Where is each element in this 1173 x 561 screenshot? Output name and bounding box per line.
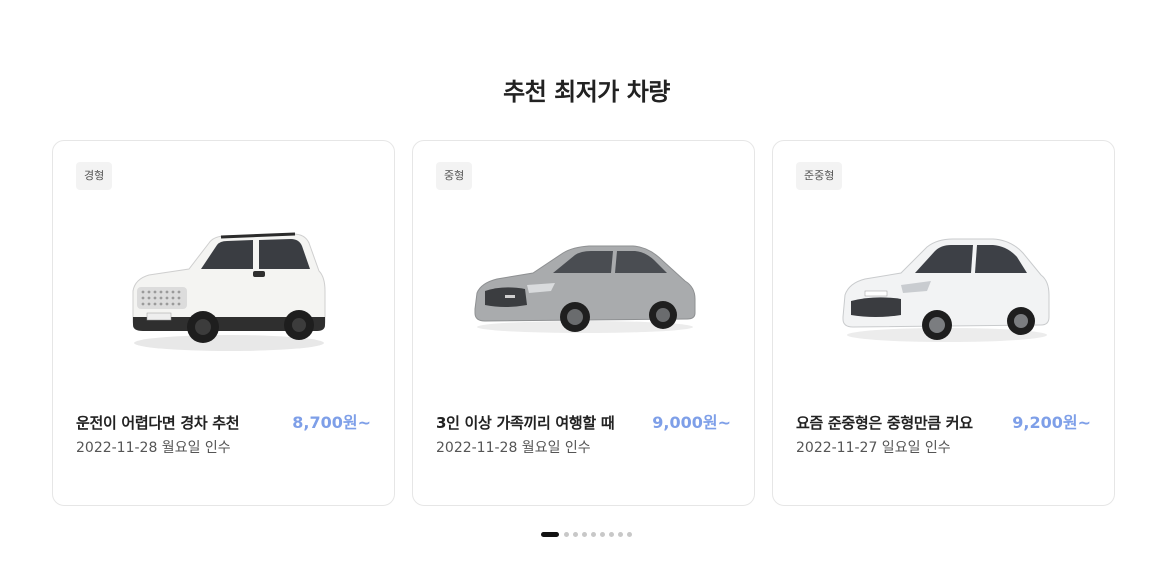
car-class-badge: 준중형	[796, 162, 843, 190]
pagination-dot-active[interactable]	[541, 531, 559, 537]
car-image	[474, 245, 696, 333]
pagination-dot[interactable]	[591, 531, 596, 537]
car-class-badge: 경형	[76, 162, 113, 190]
car-card[interactable]: 경형 운전이 어렵다면 경차 추천 8,700원~ 2022-11-28 월요일…	[52, 140, 395, 506]
section-title: 추천 최저가 차량	[503, 78, 670, 106]
pagination-dot[interactable]	[618, 531, 623, 537]
card-price: 9,200원~	[1012, 413, 1091, 432]
car-image	[132, 232, 326, 351]
pagination-dot[interactable]	[582, 531, 587, 537]
card-title: 요즘 준중형은 중형만큼 커요	[796, 414, 973, 432]
pagination-dot[interactable]	[573, 531, 578, 537]
card-carousel: 경형 운전이 어렵다면 경차 추천 8,700원~ 2022-11-28 월요일…	[52, 140, 1118, 508]
car-card[interactable]: 중형 3인 이상 가족끼리 여행할 때 9,000원~ 2022-11-28 월…	[412, 140, 755, 506]
car-class-badge: 중형	[436, 162, 473, 190]
recommended-cars-section: 추천 최저가 차량 경형 운전이 어렵다면 경차 추천 8,700원~ 2022…	[0, 0, 1173, 561]
card-date: 2022-11-27 일요일 인수	[796, 440, 951, 456]
pagination-dot[interactable]	[600, 531, 605, 537]
card-title: 3인 이상 가족끼리 여행할 때	[436, 414, 615, 432]
carousel-pagination	[0, 530, 1173, 538]
card-date: 2022-11-28 월요일 인수	[436, 440, 591, 456]
card-title: 운전이 어렵다면 경차 추천	[76, 414, 240, 432]
card-date: 2022-11-28 월요일 인수	[76, 440, 231, 456]
card-price: 8,700원~	[292, 413, 371, 432]
car-card[interactable]: 준중형 요즘 준중형은 중형만큼 커요 9,200원~ 2022-11-27 일…	[772, 140, 1115, 506]
car-image	[842, 238, 1050, 342]
pagination-dot[interactable]	[564, 531, 569, 537]
pagination-dot[interactable]	[609, 531, 614, 537]
card-price: 9,000원~	[652, 413, 731, 432]
pagination-dot[interactable]	[627, 531, 632, 537]
